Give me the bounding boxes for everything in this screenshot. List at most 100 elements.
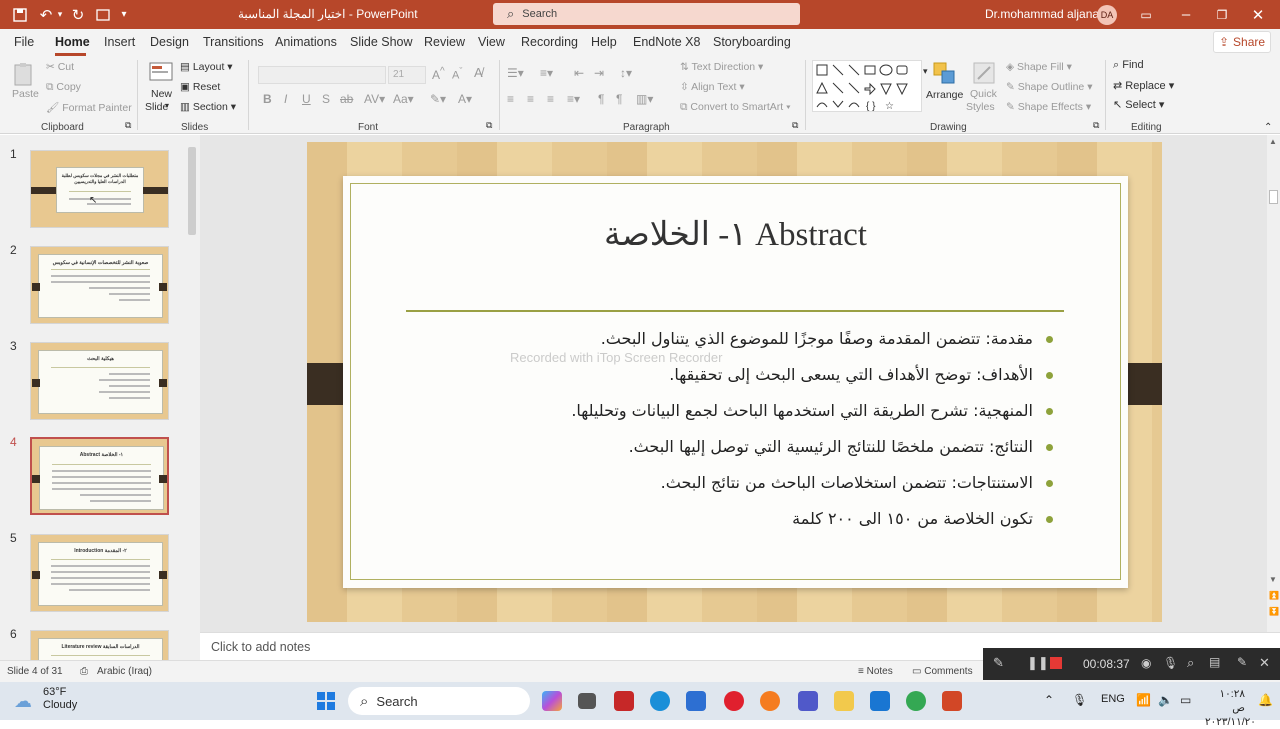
start-from-beginning-icon[interactable] (94, 5, 112, 24)
recorder-close-icon[interactable]: ✕ (1259, 655, 1270, 671)
copilot-icon[interactable] (542, 691, 562, 711)
new-slide-dropdown-icon[interactable]: ▾ (165, 101, 169, 110)
tab-storyboarding[interactable]: Storyboarding (713, 35, 791, 49)
tab-review[interactable]: Review (424, 35, 465, 49)
microphone-icon[interactable]: 🎙 (1072, 693, 1087, 707)
spellcheck-icon[interactable]: ⎙ (80, 666, 88, 677)
weather-icon[interactable]: ☁ (14, 691, 32, 712)
weather-widget[interactable]: 63°F Cloudy (43, 686, 77, 712)
highlight-icon[interactable]: ✎▾ (430, 92, 446, 106)
next-slide-icon[interactable]: ⏬ (1269, 607, 1279, 616)
align-left-icon[interactable]: ≡ (507, 92, 514, 106)
start-icon[interactable] (316, 691, 336, 711)
decrease-indent-icon[interactable]: ⇤ (574, 66, 584, 80)
stop-icon[interactable] (1050, 657, 1062, 669)
tab-slide-show[interactable]: Slide Show (350, 35, 413, 49)
battery-icon[interactable]: ▭ (1180, 693, 1191, 707)
scroll-up-icon[interactable]: ▲ (1269, 137, 1277, 146)
paste-icon[interactable] (12, 62, 36, 86)
text-direction-button[interactable]: ⇅ Text Direction ▾ (680, 61, 763, 73)
powerpoint-icon[interactable] (942, 691, 962, 711)
minimize-icon[interactable]: – (1178, 5, 1194, 24)
italic-icon[interactable]: I (284, 92, 287, 106)
notes-placeholder[interactable]: Click to add notes (211, 640, 310, 654)
shape-outline-button[interactable]: ✎ Shape Outline ▾ (1006, 81, 1092, 93)
comments-toggle[interactable]: ▭ Comments (912, 666, 973, 677)
decrease-font-icon[interactable]: Aˇ (452, 66, 462, 82)
font-name-dropdown[interactable] (258, 66, 386, 84)
paragraph-launcher-icon[interactable]: ⧉ (792, 120, 798, 131)
strikethrough-icon[interactable]: ab (340, 92, 353, 106)
user-name[interactable]: Dr.mohammad aljanabi (985, 7, 1108, 21)
pen-icon[interactable]: ✎ (993, 655, 1004, 671)
customize-toolbar-icon[interactable]: ▾ (118, 5, 130, 24)
taskbar-clock[interactable]: ١٠:٢٨ ص ٢٠٢٣/١١/٢٠ (1205, 687, 1256, 729)
select-button[interactable]: ↖ Select ▾ (1113, 98, 1164, 111)
scroll-down-icon[interactable]: ▼ (1269, 575, 1277, 584)
quick-styles-icon[interactable] (972, 61, 996, 85)
justify-icon[interactable]: ≡▾ (567, 92, 580, 106)
store-icon[interactable] (686, 691, 706, 711)
tab-insert[interactable]: Insert (104, 35, 135, 49)
firefox-icon[interactable] (760, 691, 780, 711)
tab-transitions[interactable]: Transitions (203, 35, 264, 49)
tab-animations[interactable]: Animations (275, 35, 337, 49)
shapes-gallery[interactable]: { } ☆ (812, 60, 922, 112)
clipboard-launcher-icon[interactable]: ⧉ (125, 120, 131, 131)
shape-fill-button[interactable]: ◈ Shape Fill ▾ (1006, 61, 1072, 73)
slide-thumbnail[interactable]: متطلبات النشر في مجلات سكوبس لطلبة الدرا… (30, 150, 169, 228)
restore-icon[interactable]: ❐ (1214, 5, 1230, 24)
ribbon-display-icon[interactable]: ▭ (1138, 5, 1154, 24)
line-spacing-icon[interactable]: ↕▾ (620, 66, 632, 80)
bullets-icon[interactable]: ☰▾ (507, 66, 524, 80)
change-case-icon[interactable]: Aa▾ (393, 92, 414, 106)
character-spacing-icon[interactable]: AV▾ (364, 92, 385, 106)
tab-home[interactable]: Home (55, 35, 90, 49)
increase-font-icon[interactable]: A^ (432, 66, 445, 82)
undo-dropdown-icon[interactable]: ▾ (55, 5, 65, 24)
tab-endnote[interactable]: EndNote X8 (633, 35, 700, 49)
bold-icon[interactable]: B (263, 92, 272, 106)
chrome-icon[interactable] (906, 691, 926, 711)
thumbnails-scrollbar-thumb[interactable] (188, 147, 196, 235)
recorder-app-icon[interactable] (614, 691, 634, 711)
close-icon[interactable]: ✕ (1250, 5, 1266, 24)
cut-button[interactable]: ✂ Cut (46, 61, 74, 73)
zoom-icon[interactable]: ⌕ (1187, 655, 1194, 671)
tab-recording[interactable]: Recording (521, 35, 578, 49)
replace-button[interactable]: ⇄ Replace ▾ (1113, 79, 1174, 92)
ltr-icon[interactable]: ¶ (598, 92, 604, 106)
file-explorer-icon[interactable] (834, 691, 854, 711)
quick-styles-label-2[interactable]: Styles (966, 101, 995, 113)
font-size-dropdown[interactable]: 21 (388, 66, 426, 84)
tab-design[interactable]: Design (150, 35, 189, 49)
chat-icon[interactable]: ▤ (1209, 655, 1220, 669)
autosave-icon[interactable] (12, 5, 28, 24)
canvas-scrollbar-thumb[interactable] (1269, 190, 1278, 204)
opera-icon[interactable] (724, 691, 744, 711)
slide-thumbnail[interactable]: Literature review الدراسات السابقة (30, 630, 169, 662)
shape-effects-button[interactable]: ✎ Shape Effects ▾ (1006, 101, 1091, 113)
slide-thumbnail[interactable]: هيكلية البحث (30, 342, 169, 420)
reset-button[interactable]: ▣ Reset (180, 81, 220, 93)
shadow-icon[interactable]: S (322, 92, 330, 106)
new-slide-icon[interactable] (148, 60, 173, 84)
camera-icon[interactable]: ◉ (1141, 656, 1151, 670)
columns-icon[interactable]: ▥▾ (636, 92, 653, 106)
format-painter-button[interactable]: 🖌 Format Painter (46, 101, 132, 114)
slide-title[interactable]: ١- الخلاصة Abstract (343, 214, 1128, 254)
font-launcher-icon[interactable]: ⧉ (486, 120, 492, 131)
quick-styles-label-1[interactable]: Quick (970, 88, 997, 100)
redo-icon[interactable]: ↻ (70, 5, 86, 24)
undo-icon[interactable]: ↶ (38, 5, 54, 24)
current-slide[interactable]: ١- الخلاصة Abstract مقدمة: تتضمن المقدمة… (307, 142, 1162, 622)
drawing-launcher-icon[interactable]: ⧉ (1093, 120, 1099, 131)
pause-icon[interactable]: ❚❚ (1027, 655, 1049, 671)
clear-formatting-icon[interactable]: A̸ (474, 65, 483, 80)
underline-icon[interactable]: U (302, 92, 311, 106)
shapes-more-icon[interactable]: ▾ (923, 66, 928, 77)
paste-label[interactable]: Paste (12, 88, 39, 100)
share-button[interactable]: ⇪ Share (1213, 31, 1271, 53)
copy-button[interactable]: ⧉ Copy (46, 81, 81, 94)
task-view-icon[interactable] (578, 693, 596, 709)
